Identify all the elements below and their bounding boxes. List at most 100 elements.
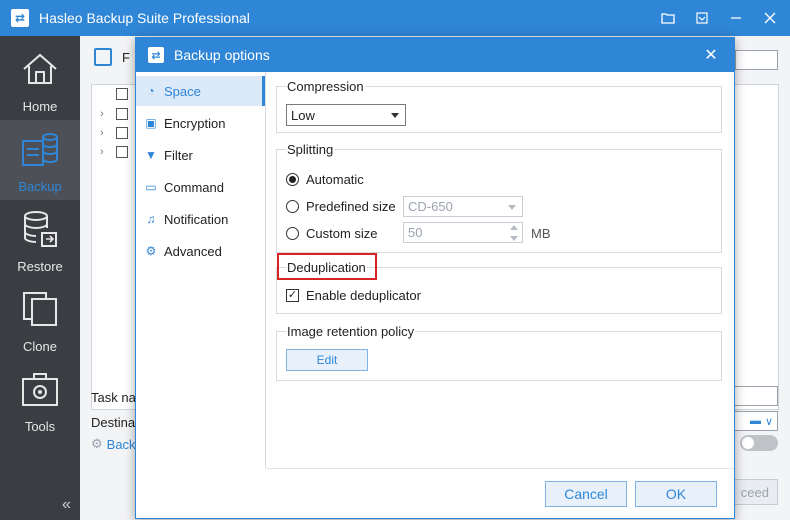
filter-icon: ▼ [145,148,157,162]
chevron-down-icon [391,113,399,118]
custom-size-value: 50 [408,225,423,240]
menu-dropdown-icon[interactable] [690,6,714,30]
folder-icon[interactable]: ▬ [750,415,761,427]
nav-item-command[interactable]: ▭ Command [136,172,265,202]
sidebar-item-label: Backup [18,179,62,194]
automatic-radio-row[interactable]: Automatic [286,172,364,187]
automatic-label: Automatic [306,172,364,187]
chevron-right-icon[interactable]: › [100,146,108,158]
automatic-radio[interactable] [286,173,299,186]
tree-row[interactable]: › [100,146,128,158]
nav-item-notification[interactable]: ♫ Notification [136,204,265,234]
bell-icon: ♫ [146,212,156,226]
cancel-button[interactable]: Cancel [545,481,627,507]
tree-checkbox[interactable] [116,127,128,139]
dialog-titlebar: ⇄ Backup options ✕ [136,38,734,72]
back-link-label: Back [106,436,136,452]
custom-size-stepper[interactable]: 50 [403,222,523,243]
enable-deduplicator-label: Enable deduplicator [306,288,421,303]
nav-item-advanced[interactable]: ⚙ Advanced [136,236,265,266]
sidebar-item-clone[interactable]: Clone [0,280,80,360]
predefined-size-value: CD-650 [408,199,453,214]
app-logo-icon: ⇄ [11,9,29,27]
spin-arrows-icon[interactable] [510,225,518,241]
panel-header: F [94,48,130,66]
collapse-sidebar-icon[interactable]: « [62,496,71,514]
predefined-radio[interactable] [286,200,299,213]
nav-item-filter[interactable]: ▼ Filter [136,140,265,170]
ok-button[interactable]: OK [635,481,717,507]
home-icon [20,49,60,89]
sidebar-item-tools[interactable]: Tools [0,360,80,440]
folder-icon[interactable] [656,6,680,30]
shutdown-toggle[interactable] [740,435,778,451]
splitting-title: Splitting [286,142,335,157]
tree-checkbox[interactable] [116,146,128,158]
tree-row[interactable]: › [100,108,128,120]
nav-item-label: Command [164,179,224,195]
compression-select[interactable]: Low [286,104,406,126]
compression-value: Low [291,107,315,123]
nav-item-encryption[interactable]: ▣ Encryption [136,108,265,138]
task-name-input[interactable] [730,386,778,406]
predefined-label: Predefined size [306,199,396,214]
panel-header-label: F [122,49,130,65]
retention-title: Image retention policy [286,324,416,339]
tree-row[interactable]: › [100,127,128,139]
predefined-size-select[interactable]: CD-650 [403,196,523,217]
backup-options-link[interactable]: ⚙ Back [91,436,136,452]
tree-row[interactable] [100,88,128,100]
nav-item-label: Notification [164,211,229,227]
clone-icon [20,289,60,329]
main-titlebar: ⇄ Hasleo Backup Suite Professional [0,0,790,36]
custom-label: Custom size [306,226,378,241]
nav-item-space[interactable]: ◔ Space [136,76,265,106]
tools-icon [20,369,60,409]
sidebar-item-label: Home [22,99,58,114]
app-title: Hasleo Backup Suite Professional [39,10,250,26]
chevron-down-icon [508,205,516,210]
window-controls [656,0,782,36]
sidebar-item-home[interactable]: Home [0,40,80,120]
nav-item-label: Advanced [164,243,222,259]
nav-item-label: Filter [164,147,193,163]
tree-checkbox[interactable] [116,108,128,120]
destination-select[interactable]: ▬ ∨ [730,411,778,431]
command-icon: ▭ [145,180,157,194]
lock-icon: ▣ [145,116,157,130]
chevron-right-icon[interactable]: › [100,127,108,139]
sidebar: Home Backup Restore Clone Tools « [0,36,80,520]
backup-icon [20,129,60,169]
close-window-icon[interactable] [758,6,782,30]
dialog-close-icon[interactable]: ✕ [700,44,722,66]
destination-label: Destinat [91,415,139,430]
minimize-icon[interactable] [724,6,748,30]
dialog-nav: ◔ Space ▣ Encryption ▼ Filter ▭ Command … [136,72,266,468]
chevron-down-icon[interactable]: ∨ [765,415,773,428]
dialog-logo-icon: ⇄ [148,47,164,63]
sidebar-item-label: Clone [23,339,57,354]
restore-icon [20,209,60,249]
space-icon: ◔ [147,84,155,98]
enable-deduplicator-checkbox[interactable]: ✓ [286,289,299,302]
backup-source-icon [94,48,112,66]
gear-icon: ⚙ [145,244,157,258]
tree-column-header [735,50,778,70]
compression-title: Compression [286,79,365,94]
dialog-title: Backup options [174,47,270,63]
deduplication-highlight [277,253,377,280]
custom-radio[interactable] [286,227,299,240]
tree-checkbox[interactable] [116,88,128,100]
task-name-label: Task na [91,390,136,405]
proceed-button[interactable]: ceed [730,479,778,505]
custom-radio-row[interactable]: Custom size [286,226,378,241]
edit-retention-button[interactable]: Edit [286,349,368,371]
custom-size-unit: MB [531,226,551,241]
nav-item-label: Space [164,83,201,99]
sidebar-item-backup[interactable]: Backup [0,120,80,200]
enable-deduplicator-row[interactable]: ✓ Enable deduplicator [286,288,421,303]
sidebar-item-restore[interactable]: Restore [0,200,80,280]
nav-item-label: Encryption [164,115,226,131]
predefined-radio-row[interactable]: Predefined size [286,199,396,214]
chevron-right-icon[interactable]: › [100,108,108,120]
